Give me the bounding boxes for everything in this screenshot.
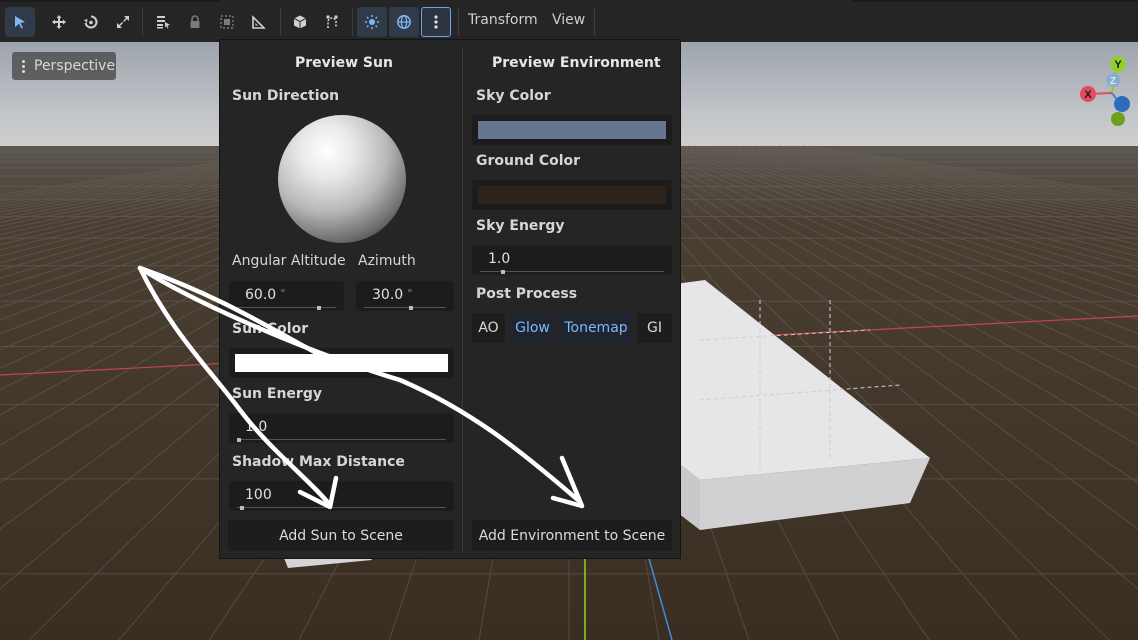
- preview-sun-toggle[interactable]: [357, 7, 387, 37]
- select-tool-icon: [15, 16, 25, 29]
- gizmo-z-label: Z: [1110, 76, 1116, 87]
- lock-icon: [190, 15, 200, 28]
- ao-toggle-button[interactable]: AO: [472, 313, 505, 343]
- sky-energy-slider-grabber[interactable]: [501, 270, 505, 274]
- post-process-label: Post Process: [476, 286, 578, 302]
- sky-color-picker[interactable]: [472, 115, 672, 145]
- gi-toggle-button[interactable]: GI: [637, 313, 672, 343]
- sun-energy-spinbox[interactable]: 1.0: [229, 413, 454, 443]
- more-options-icon: [434, 15, 438, 29]
- preview-environment-toggle[interactable]: [389, 7, 419, 37]
- gizmo-x-label: X: [1084, 89, 1092, 101]
- sun-energy-label: Sun Energy: [232, 386, 322, 402]
- altitude-slider-track: [237, 307, 336, 308]
- toolbar-separator: [142, 8, 143, 36]
- list-select-icon: [157, 16, 170, 29]
- angular-altitude-spinbox[interactable]: 60.0 °: [229, 281, 344, 311]
- azimuth-label: Azimuth: [358, 253, 416, 269]
- sun-energy-slider-track: [237, 439, 446, 440]
- ruler-button[interactable]: [244, 7, 274, 37]
- shadow-max-distance-spinbox[interactable]: 100: [229, 481, 454, 511]
- sky-energy-spinbox[interactable]: 1.0: [472, 245, 672, 275]
- toolbar-separator: [280, 8, 281, 36]
- altitude-slider-grabber[interactable]: [317, 306, 321, 310]
- orientation-gizmo[interactable]: Y X Z: [1076, 56, 1138, 128]
- shadow-max-distance-label: Shadow Max Distance: [232, 454, 405, 470]
- transform-menu[interactable]: Transform: [468, 12, 538, 28]
- ground-color-label: Ground Color: [476, 153, 581, 169]
- preview-environment-toggle-icon: [397, 15, 411, 29]
- ground-color-picker[interactable]: [472, 180, 672, 210]
- sky-energy-label: Sky Energy: [476, 218, 565, 234]
- scale-tool-icon: [117, 16, 129, 28]
- azimuth-spinbox[interactable]: 30.0 °: [356, 281, 454, 311]
- axis-gizmo-icon: Y X Z: [1080, 56, 1130, 126]
- more-options-button[interactable]: [421, 7, 451, 37]
- rotate-tool-icon: [84, 15, 98, 29]
- sky-color-label: Sky Color: [476, 88, 551, 104]
- sun-color-label: Sun Color: [232, 321, 309, 337]
- ground-color-swatch: [478, 186, 666, 204]
- preview-settings-popup: Preview Sun Sun Direction Angular Altitu…: [219, 39, 681, 559]
- shadow-slider-grabber[interactable]: [240, 506, 244, 510]
- azimuth-slider-track: [364, 307, 446, 308]
- move-tool-button[interactable]: [44, 7, 74, 37]
- select-tool-button[interactable]: [5, 7, 35, 37]
- view-menu[interactable]: View: [552, 12, 585, 28]
- sun-direction-label: Sun Direction: [232, 88, 340, 104]
- column-divider: [462, 48, 463, 552]
- sky-energy-value: 1.0: [488, 251, 511, 267]
- glow-toggle-button[interactable]: Glow: [510, 313, 555, 343]
- toolbar-separator: [594, 8, 595, 36]
- top-strip: [0, 0, 220, 2]
- azimuth-slider-grabber[interactable]: [409, 306, 413, 310]
- add-sun-to-scene-button[interactable]: Add Sun to Scene: [228, 520, 454, 551]
- sun-direction-sphere[interactable]: [278, 115, 406, 243]
- snap-button[interactable]: [317, 7, 347, 37]
- tonemap-toggle-button[interactable]: Tonemap: [560, 313, 632, 343]
- azimuth-value: 30.0 °: [372, 287, 413, 303]
- snap-icon: [326, 15, 338, 28]
- gizmo-y-label: Y: [1114, 59, 1122, 71]
- add-environment-to-scene-button[interactable]: Add Environment to Scene: [472, 520, 672, 551]
- local-space-button[interactable]: [285, 7, 315, 37]
- sun-energy-slider-grabber[interactable]: [237, 438, 241, 442]
- preview-sun-toggle-icon: [365, 15, 379, 29]
- ruler-icon: [252, 15, 266, 29]
- sun-color-picker[interactable]: [229, 348, 454, 378]
- sky-color-swatch: [478, 121, 666, 139]
- group-button[interactable]: [212, 7, 242, 37]
- toolbar-separator: [352, 8, 353, 36]
- sun-color-swatch: [235, 354, 448, 372]
- scale-tool-button[interactable]: [108, 7, 138, 37]
- altitude-value: 60.0 °: [245, 287, 286, 303]
- sun-energy-value: 1.0: [245, 419, 268, 435]
- preview-sun-title: Preview Sun: [295, 55, 393, 71]
- preview-environment-title: Preview Environment: [492, 55, 661, 71]
- lock-button[interactable]: [180, 7, 210, 37]
- viewport-toolbar: Transform View: [0, 0, 1138, 42]
- menu-dots-icon: [12, 59, 34, 73]
- perspective-label: Perspective: [34, 58, 116, 74]
- group-icon: [220, 15, 234, 29]
- rotate-tool-button[interactable]: [76, 7, 106, 37]
- top-strip: [852, 0, 1138, 2]
- toolbar-separator: [458, 8, 459, 36]
- angular-altitude-label: Angular Altitude: [232, 253, 346, 269]
- perspective-button[interactable]: Perspective: [12, 52, 116, 80]
- sky-energy-slider-track: [480, 271, 664, 272]
- shadow-max-distance-value: 100: [245, 487, 272, 503]
- shadow-slider-track: [237, 507, 446, 508]
- move-tool-icon: [52, 15, 66, 29]
- local-space-icon: [293, 15, 307, 29]
- list-select-button[interactable]: [148, 7, 178, 37]
